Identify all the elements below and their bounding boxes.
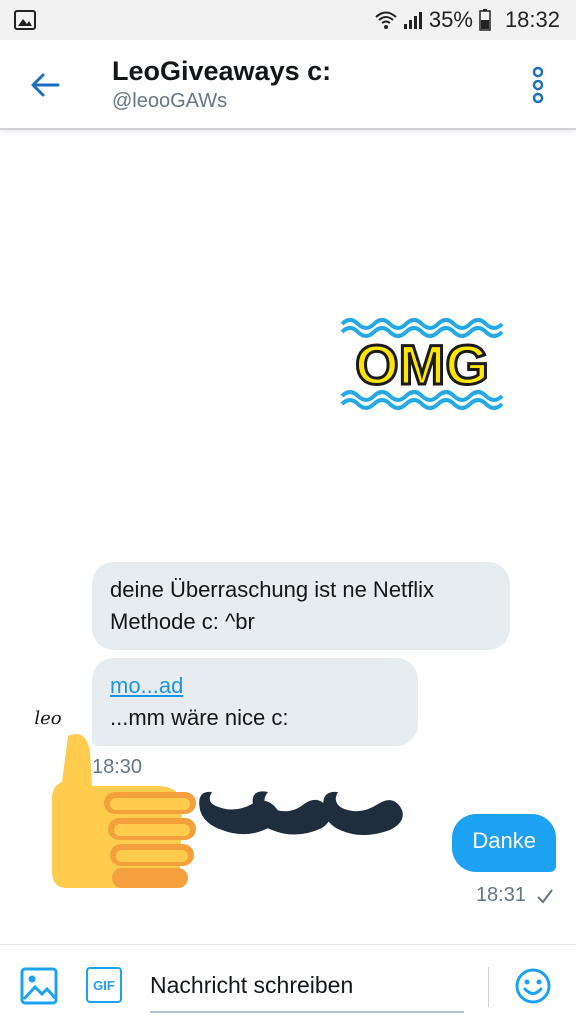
gif-button[interactable]: GIF	[86, 967, 122, 1003]
thumbs-up-sticker	[52, 734, 196, 888]
emoji-button[interactable]	[514, 967, 552, 1005]
message-timestamp: 18:31	[475, 884, 526, 906]
gif-icon: GIF	[93, 977, 115, 993]
status-bar: 35% 18:32	[0, 0, 576, 40]
smiley-icon	[515, 968, 551, 1004]
cell-signal-icon	[403, 12, 422, 29]
omg-sticker: OMG	[340, 318, 504, 410]
message-list[interactable]: OMG deine Überraschung ist ne Netflix Me…	[0, 132, 576, 944]
check-icon	[537, 888, 553, 904]
status-time: 18:32	[504, 7, 560, 32]
composer-divider	[488, 967, 489, 1007]
battery-icon	[479, 9, 491, 31]
conversation-title-block[interactable]: LeoGiveaways c: @leooGAWs	[112, 54, 331, 114]
back-arrow-icon	[31, 73, 60, 97]
message-composer: GIF	[0, 944, 576, 1024]
message-line: deine Überraschung ist ne Netflix	[110, 577, 435, 602]
more-options-button[interactable]	[520, 62, 556, 108]
mustache-sticker	[199, 791, 403, 835]
conversation-title: LeoGiveaways c:	[112, 56, 332, 86]
incoming-message[interactable]: deine Überraschung ist ne Netflix Method…	[92, 562, 510, 650]
battery-percentage: 35%	[428, 7, 473, 32]
outgoing-message[interactable]: Danke	[452, 814, 556, 872]
add-media-button[interactable]	[20, 967, 58, 1005]
conversation-header: LeoGiveaways c: @leooGAWs	[0, 40, 576, 130]
message-input[interactable]	[150, 959, 464, 1013]
omg-sticker-text: OMG	[355, 333, 489, 396]
message-link[interactable]: mo...ad	[110, 670, 400, 702]
wifi-icon	[375, 11, 397, 29]
avatar-text: leo	[34, 707, 62, 729]
more-vertical-icon	[532, 67, 544, 103]
back-button[interactable]	[22, 62, 68, 108]
message-line: Methode c: ^br	[110, 609, 255, 634]
image-notification-icon	[14, 10, 36, 30]
image-icon	[20, 967, 58, 1005]
outgoing-meta: 18:31	[476, 884, 554, 907]
message-text: Danke	[472, 828, 536, 853]
conversation-handle: @leooGAWs	[112, 90, 228, 112]
